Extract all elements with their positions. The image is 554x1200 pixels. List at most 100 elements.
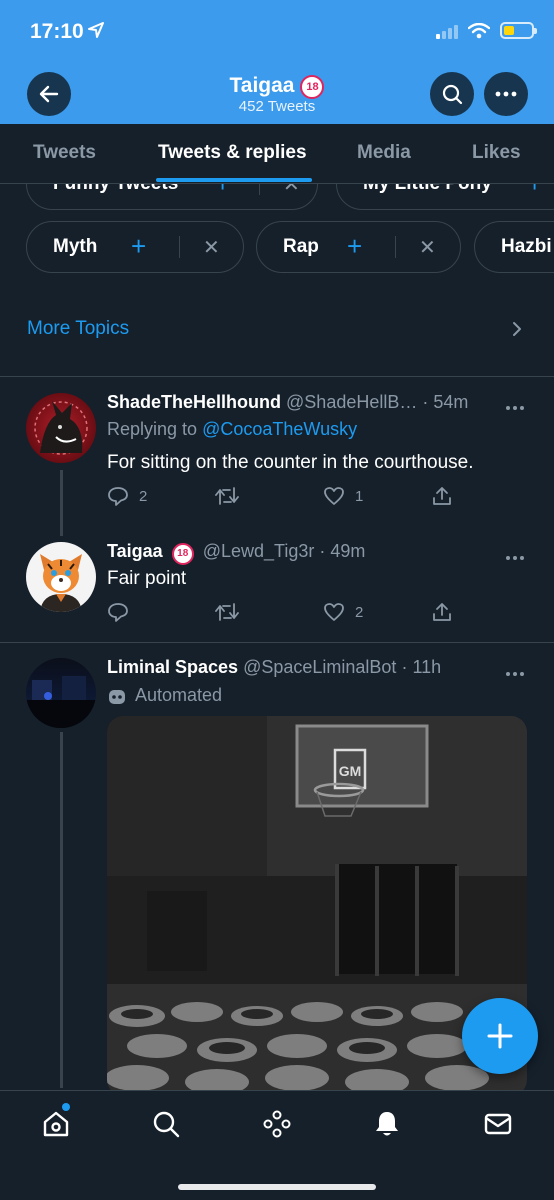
like-count: 2 — [355, 603, 364, 621]
tweet-text: For sitting on the counter in the courth… — [107, 452, 474, 473]
more-dots-icon — [495, 91, 517, 97]
nav-spaces[interactable] — [260, 1107, 294, 1141]
more-topics-link[interactable]: More Topics — [27, 318, 129, 340]
topic-label: Funny Tweets — [53, 184, 178, 195]
nav-messages[interactable] — [481, 1107, 515, 1141]
tweet-time: · 54m — [422, 392, 469, 412]
reply-icon — [108, 487, 128, 506]
reply-icon — [108, 603, 128, 622]
tweet-author-row: Taigaa 18 @Lewd_Tig3r · 49m — [107, 541, 365, 565]
nav-search[interactable] — [149, 1107, 183, 1141]
cellular-signal-icon — [436, 23, 458, 39]
tab-tweets[interactable]: Tweets — [33, 142, 96, 164]
tweet-time: · 11h — [401, 657, 442, 677]
tab-media[interactable]: Media — [357, 142, 411, 164]
automated-label: Automated — [107, 685, 222, 706]
chevron-right-icon[interactable] — [510, 320, 524, 343]
tweet-more-icon[interactable] — [505, 398, 525, 416]
share-icon — [433, 487, 451, 505]
follow-topic-icon[interactable]: + — [215, 184, 230, 199]
retweet-button[interactable] — [215, 601, 239, 623]
author-handle[interactable]: @SpaceLiminalBot — [243, 657, 396, 677]
heart-icon — [324, 603, 344, 621]
share-button[interactable] — [431, 485, 453, 507]
dismiss-topic-icon[interactable]: ✕ — [419, 235, 436, 260]
like-count: 1 — [355, 487, 364, 505]
wifi-icon — [468, 22, 490, 38]
retweet-icon — [215, 603, 239, 621]
bottom-navigation — [0, 1090, 554, 1200]
home-icon — [43, 1111, 69, 1137]
mail-icon — [484, 1113, 512, 1135]
adult-content-badge: 18 — [300, 75, 325, 99]
bot-icon — [109, 689, 125, 704]
topic-chip-my-little-pony[interactable]: My Little Pony + — [336, 184, 554, 210]
compose-tweet-button[interactable] — [462, 998, 538, 1074]
location-arrow-icon — [88, 22, 104, 43]
topic-label: Rap — [283, 236, 319, 257]
search-icon — [153, 1111, 180, 1138]
profile-tabs: Tweets Tweets & replies Media Likes — [0, 124, 554, 184]
tab-tweets-and-replies[interactable]: Tweets & replies — [158, 142, 307, 164]
topic-label: Myth — [53, 236, 98, 257]
topics-row-clipped: Funny Tweets + ✕ My Little Pony + — [0, 184, 554, 214]
avatar-taigaa[interactable] — [26, 542, 96, 612]
reply-button[interactable]: 2 — [107, 485, 147, 507]
author-name[interactable]: ShadeTheHellhound — [107, 392, 281, 412]
author-handle[interactable]: @ShadeHellB… — [286, 392, 417, 412]
dismiss-topic-icon[interactable]: ✕ — [203, 235, 220, 260]
tweet-author-row: ShadeTheHellhound @ShadeHellB… · 54m — [107, 392, 468, 413]
new-content-dot — [62, 1103, 70, 1111]
tweet-more-icon[interactable] — [505, 664, 525, 682]
topic-chip-hazbin[interactable]: Hazbi — [474, 221, 554, 273]
tweet-more-icon[interactable] — [505, 548, 525, 566]
tweet-text: Fair point — [107, 568, 187, 589]
like-button[interactable]: 1 — [323, 485, 363, 507]
tweet-divider — [0, 642, 554, 643]
topic-chip-rap[interactable]: Rap + ✕ — [256, 221, 461, 273]
home-indicator — [178, 1184, 376, 1190]
like-button[interactable]: 2 — [323, 601, 363, 623]
search-button[interactable] — [430, 72, 474, 116]
topic-label: Hazbi — [501, 236, 552, 257]
nav-notifications[interactable] — [370, 1107, 404, 1141]
avatar-liminal-spaces[interactable] — [26, 658, 96, 728]
more-options-button[interactable] — [484, 72, 528, 116]
battery-icon — [500, 22, 537, 39]
tweet-author-row: Liminal Spaces @SpaceLiminalBot · 11h — [107, 657, 441, 678]
share-icon — [433, 603, 451, 621]
avatar-shadethehellhound[interactable] — [26, 393, 96, 463]
dismiss-topic-icon[interactable]: ✕ — [283, 184, 300, 197]
nav-home[interactable] — [39, 1107, 73, 1141]
status-time: 17:10 — [30, 20, 84, 43]
follow-topic-icon[interactable]: + — [527, 184, 542, 199]
topic-chip-funny-tweets[interactable]: Funny Tweets + ✕ — [26, 184, 318, 210]
bell-icon — [376, 1112, 398, 1136]
follow-topic-icon[interactable]: + — [131, 231, 146, 262]
plus-icon — [487, 1023, 513, 1049]
topic-chip-myth[interactable]: Myth + ✕ — [26, 221, 244, 273]
topic-label: My Little Pony — [363, 184, 492, 195]
profile-header: 17:10 Taigaa 18 452 Tweets — [0, 0, 554, 124]
retweet-button[interactable] — [215, 485, 239, 507]
replying-to-link[interactable]: @CocoaTheWusky — [202, 419, 357, 439]
active-tab-indicator — [156, 178, 312, 182]
section-divider — [0, 376, 554, 377]
retweet-icon — [215, 487, 239, 505]
replying-to: Replying to @CocoaTheWusky — [107, 419, 358, 439]
author-name[interactable]: Taigaa — [107, 541, 163, 561]
share-button[interactable] — [431, 601, 453, 623]
reply-count: 2 — [139, 487, 148, 505]
author-name[interactable]: Liminal Spaces — [107, 657, 238, 677]
tweet-time: · 49m — [319, 541, 366, 561]
backboard-text: GM — [339, 763, 362, 779]
status-indicators — [436, 22, 537, 39]
tab-likes[interactable]: Likes — [472, 142, 521, 164]
follow-topic-icon[interactable]: + — [347, 231, 362, 262]
reply-button[interactable] — [107, 601, 139, 623]
spaces-icon — [263, 1110, 291, 1138]
search-icon — [442, 84, 463, 105]
author-handle[interactable]: @Lewd_Tig3r — [203, 541, 315, 561]
thread-line — [60, 470, 63, 536]
thread-line — [60, 732, 63, 1088]
